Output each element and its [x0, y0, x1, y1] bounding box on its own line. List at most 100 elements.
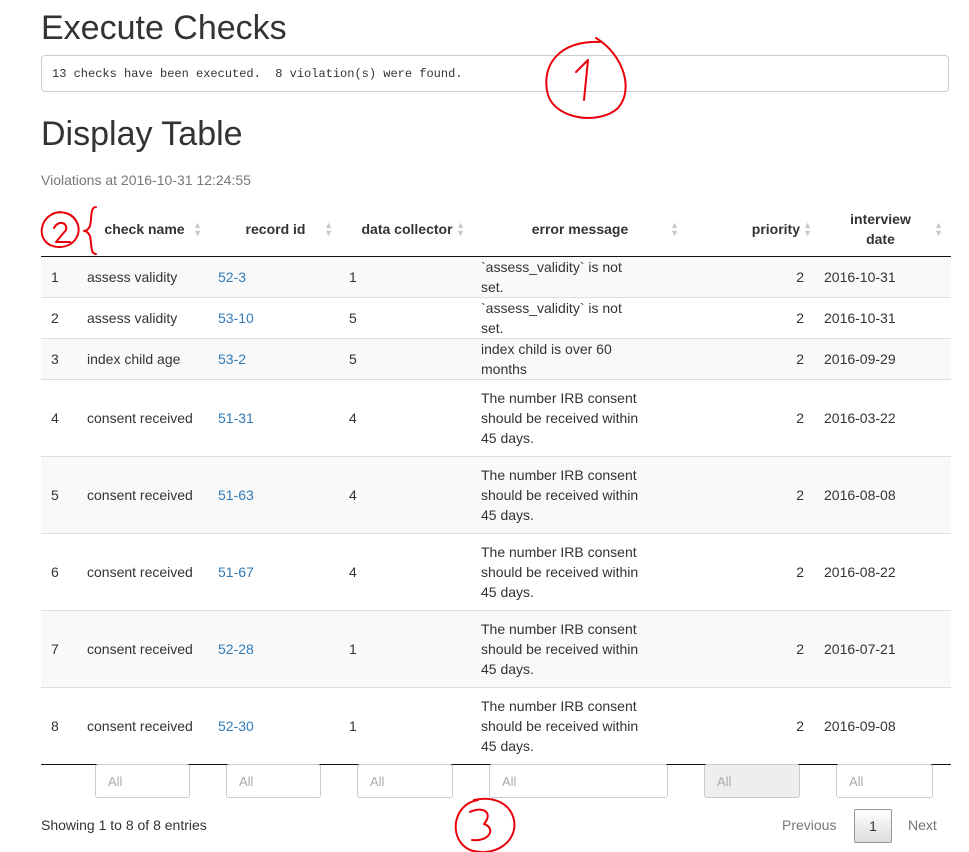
execute-checks-heading: Execute Checks: [41, 9, 287, 47]
cell-data-collector: 4: [341, 532, 473, 610]
display-table-heading: Display Table: [41, 115, 243, 153]
record-id-link[interactable]: 51-67: [218, 564, 254, 580]
pagination-next[interactable]: Next: [908, 817, 937, 833]
cell-interview-date: 2016-09-29: [820, 337, 951, 379]
table-caption: Violations at 2016-10-31 12:24:55: [41, 172, 251, 188]
header-record-id[interactable]: record id ▲ ▼: [210, 203, 341, 257]
cell-interview-date: 2016-10-31: [820, 296, 951, 338]
cell-data-collector: 4: [341, 455, 473, 533]
filter-error-message[interactable]: [489, 764, 668, 798]
cell-priority: 2: [687, 532, 820, 610]
table-row: 7 consent received 52-28 1 The number IRB co…: [41, 609, 951, 687]
cell-record-id: 52-28: [210, 609, 341, 687]
filter-interview-date[interactable]: [836, 764, 933, 798]
cell-record-id: 51-67: [210, 532, 341, 610]
header-priority[interactable]: priority ▲ ▼: [687, 203, 820, 257]
pagination-page-1[interactable]: 1: [854, 809, 892, 843]
cell-error-message: The number IRB consent should be receive…: [473, 609, 687, 687]
header-interview-date[interactable]: interview date ▲ ▼: [820, 203, 951, 257]
sort-icon: ▲ ▼: [324, 220, 333, 239]
row-index: 2: [41, 296, 79, 338]
cell-data-collector: 1: [341, 609, 473, 687]
row-index: 8: [41, 686, 79, 765]
output-box: 13 checks have been executed. 8 violatio…: [41, 55, 949, 92]
cell-check-name: consent received: [79, 609, 210, 687]
cell-error-message: The number IRB consent should be receive…: [473, 378, 687, 456]
header-error-message-label: error message: [531, 221, 629, 238]
row-index: 7: [41, 609, 79, 687]
cell-error-message: The number IRB consent should be receive…: [473, 532, 687, 610]
cell-record-id: 53-2: [210, 337, 341, 379]
header-index: [41, 203, 79, 257]
header-check-name[interactable]: check name ▲ ▼: [79, 203, 210, 257]
table-row: 4 consent received 51-31 4 The number IRB co…: [41, 378, 951, 456]
row-index: 3: [41, 337, 79, 379]
cell-priority: 2: [687, 455, 820, 533]
filter-check-name[interactable]: [95, 764, 190, 798]
cell-error-message: The number IRB consent should be receive…: [473, 686, 687, 765]
cell-record-id: 52-30: [210, 686, 341, 765]
cell-interview-date: 2016-08-08: [820, 455, 951, 533]
cell-error-message: `assess_validity` is not set.: [473, 296, 687, 338]
table-row: 3 index child age 53-2 5 index child is over…: [41, 337, 951, 379]
row-index: 1: [41, 256, 79, 297]
cell-record-id: 51-63: [210, 455, 341, 533]
cell-data-collector: 5: [341, 337, 473, 379]
cell-priority: 2: [687, 337, 820, 379]
cell-record-id: 53-10: [210, 296, 341, 338]
filter-record-id[interactable]: [226, 764, 321, 798]
header-data-collector[interactable]: data collector ▲ ▼: [341, 203, 473, 257]
cell-priority: 2: [687, 296, 820, 338]
cell-check-name: index child age: [79, 337, 210, 379]
output-text: 13 checks have been executed. 8 violatio…: [52, 67, 463, 81]
sort-icon: ▲ ▼: [934, 220, 943, 239]
table-row: 6 consent received 51-67 4 The number IRB co…: [41, 532, 951, 610]
record-id-link[interactable]: 53-2: [218, 351, 246, 367]
header-priority-label: priority: [751, 221, 800, 238]
sort-icon: ▲ ▼: [193, 220, 202, 239]
header-interview-date-label-1: interview: [850, 211, 911, 228]
pagination-previous[interactable]: Previous: [782, 817, 836, 833]
cell-check-name: consent received: [79, 686, 210, 765]
table-row: 1 assess validity 52-3 1 `assess_validity` i…: [41, 256, 951, 297]
table-header-row: check name ▲ ▼ record id ▲ ▼ data collecto…: [41, 203, 951, 257]
cell-check-name: assess validity: [79, 296, 210, 338]
record-id-link[interactable]: 51-63: [218, 487, 254, 503]
cell-data-collector: 1: [341, 686, 473, 765]
row-index: 6: [41, 532, 79, 610]
cell-check-name: consent received: [79, 378, 210, 456]
cell-priority: 2: [687, 256, 820, 297]
cell-data-collector: 1: [341, 256, 473, 297]
table-info: Showing 1 to 8 of 8 entries: [41, 817, 207, 833]
row-index: 4: [41, 378, 79, 456]
header-error-message[interactable]: error message ▲ ▼: [473, 203, 687, 257]
violations-table: check name ▲ ▼ record id ▲ ▼ data collecto…: [41, 203, 951, 765]
header-record-id-label: record id: [245, 221, 306, 238]
cell-check-name: assess validity: [79, 256, 210, 297]
record-id-link[interactable]: 52-3: [218, 269, 246, 285]
cell-data-collector: 5: [341, 296, 473, 338]
cell-check-name: consent received: [79, 532, 210, 610]
record-id-link[interactable]: 52-30: [218, 718, 254, 734]
cell-priority: 2: [687, 378, 820, 456]
filter-priority: [704, 764, 800, 798]
cell-check-name: consent received: [79, 455, 210, 533]
cell-record-id: 52-3: [210, 256, 341, 297]
cell-error-message: `assess_validity` is not set.: [473, 256, 687, 297]
record-id-link[interactable]: 53-10: [218, 310, 254, 326]
filter-data-collector[interactable]: [357, 764, 453, 798]
cell-data-collector: 4: [341, 378, 473, 456]
header-interview-date-label-2: date: [866, 231, 895, 248]
row-index: 5: [41, 455, 79, 533]
record-id-link[interactable]: 52-28: [218, 641, 254, 657]
cell-priority: 2: [687, 609, 820, 687]
cell-priority: 2: [687, 686, 820, 765]
record-id-link[interactable]: 51-31: [218, 410, 254, 426]
cell-error-message: index child is over 60 months: [473, 337, 687, 379]
cell-interview-date: 2016-03-22: [820, 378, 951, 456]
cell-interview-date: 2016-07-21: [820, 609, 951, 687]
sort-icon: ▲ ▼: [456, 220, 465, 239]
annotation-circle-3: [454, 797, 516, 852]
table-row: 5 consent received 51-63 4 The number IRB co…: [41, 455, 951, 533]
header-check-name-label: check name: [104, 221, 185, 238]
